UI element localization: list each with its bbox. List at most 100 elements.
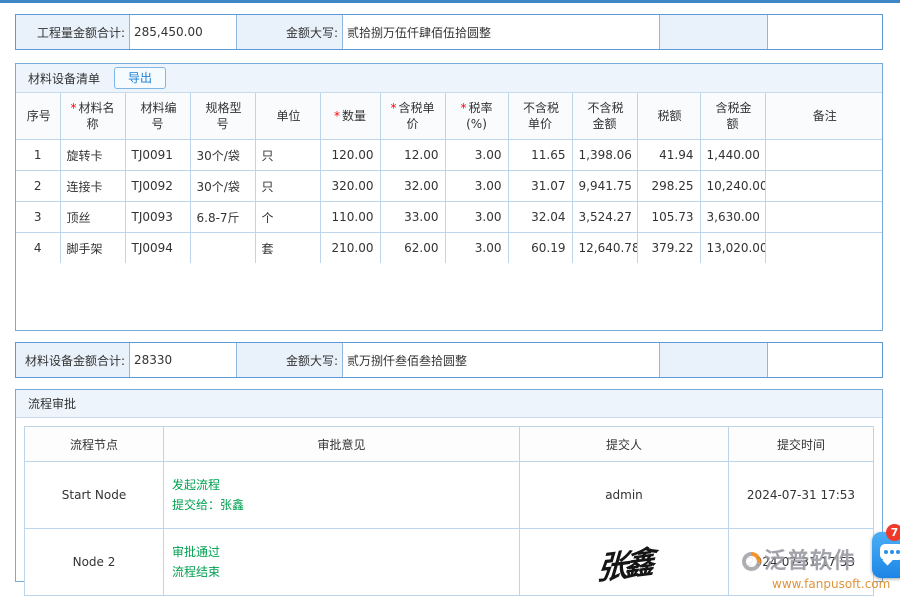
vendor-brand: 泛普软件 [764, 549, 856, 574]
mat-cell: 298.25 [637, 171, 700, 202]
mat-cell [765, 171, 882, 202]
col-material-name: *材料名 称 [60, 93, 125, 140]
mat-cell: 4 [16, 233, 60, 264]
opinion-line: 发起流程 [172, 475, 511, 495]
approval-row: Start Node 发起流程 提交给：张鑫 admin 2024-07-31 … [25, 462, 874, 529]
mat-cell: 10,240.00 [700, 171, 765, 202]
mat-cell: 30个/袋 [190, 171, 255, 202]
mat-cell: TJ0091 [125, 140, 190, 171]
mat-cell [765, 233, 882, 264]
mat-cell: 3,630.00 [700, 202, 765, 233]
mat-cell: 1,398.06 [572, 140, 637, 171]
material-row: 2 连接卡 TJ0092 30个/袋 只 320.00 32.00 3.00 3… [16, 171, 882, 202]
mat-cell: 脚手架 [60, 233, 125, 264]
col-seq: 序号 [16, 93, 60, 140]
material-amount-summary-row: 材料设备金额合计: 28330 金额大写: 贰万捌仟叁佰叁拾圆整 [15, 342, 883, 378]
amount-in-words-label: 金额大写: [237, 343, 343, 377]
mat-cell: 3.00 [445, 171, 508, 202]
project-total-label: 工程量金额合计: [16, 15, 130, 49]
mat-cell: 3.00 [445, 233, 508, 264]
col-spec-model: 规格型 号 [190, 93, 255, 140]
col-tax-incl-amount: 含税金 额 [700, 93, 765, 140]
amount-in-words-label: 金额大写: [237, 15, 343, 49]
export-button[interactable]: 导出 [114, 67, 166, 89]
mat-cell [190, 233, 255, 264]
opinion-line: 流程结束 [172, 562, 511, 582]
col-tax-rate: *税率 (%) [445, 93, 508, 140]
mat-cell: 210.00 [320, 233, 380, 264]
mat-cell: 33.00 [380, 202, 445, 233]
vendor-logo-icon [742, 552, 761, 571]
mat-cell: 3 [16, 202, 60, 233]
amount-in-words-value: 贰万捌仟叁佰叁拾圆整 [343, 343, 660, 377]
mat-cell: 31.07 [508, 171, 572, 202]
mat-cell: 30个/袋 [190, 140, 255, 171]
col-tax-excl-unit-price: 不含税 单价 [508, 93, 572, 140]
top-accent-line [0, 0, 900, 3]
amount-in-words-value: 贰拾捌万伍仟肆佰伍拾圆整 [343, 15, 660, 49]
material-section-title: 材料设备清单 [28, 70, 100, 87]
col-tax-incl-unit-price: *含税单 价 [380, 93, 445, 140]
mat-cell: 12,640.78 [572, 233, 637, 264]
col-tax-excl-amount: 不含税 金额 [572, 93, 637, 140]
col-remark: 备注 [765, 93, 882, 140]
mat-cell: TJ0093 [125, 202, 190, 233]
mat-cell: TJ0092 [125, 171, 190, 202]
material-row: 3 顶丝 TJ0093 6.8-7斤 个 110.00 33.00 3.00 3… [16, 202, 882, 233]
submitter-signature: 张鑫 [596, 536, 652, 588]
mat-cell: 9,941.75 [572, 171, 637, 202]
mat-cell: 3.00 [445, 202, 508, 233]
mat-cell: 2 [16, 171, 60, 202]
chat-badge[interactable]: 7 [886, 524, 900, 541]
submit-time-cell: 2024-07-31 17:53 [729, 462, 874, 529]
empty-label-cell [660, 15, 768, 49]
material-row: 1 旋转卡 TJ0091 30个/袋 只 120.00 12.00 3.00 1… [16, 140, 882, 171]
mat-cell: 套 [255, 233, 320, 264]
mat-cell: 120.00 [320, 140, 380, 171]
mat-cell: 41.94 [637, 140, 700, 171]
mat-cell: 110.00 [320, 202, 380, 233]
chat-bubble-icon [880, 544, 900, 560]
col-unit: 单位 [255, 93, 320, 140]
approval-opinion-cell: 审批通过 流程结束 [164, 529, 520, 596]
mat-cell: TJ0094 [125, 233, 190, 264]
mat-cell: 12.00 [380, 140, 445, 171]
mat-cell: 3.00 [445, 140, 508, 171]
mat-cell: 6.8-7斤 [190, 202, 255, 233]
mat-cell: 1,440.00 [700, 140, 765, 171]
col-submitter: 提交人 [520, 427, 729, 462]
col-submit-time: 提交时间 [729, 427, 874, 462]
material-section-header: 材料设备清单 导出 [16, 64, 882, 93]
mat-cell: 32.04 [508, 202, 572, 233]
material-table: 序号 *材料名 称 材料编 号 规格型 号 单位 *数量 *含税单 价 *税率 … [16, 93, 882, 263]
material-row: 4 脚手架 TJ0094 套 210.00 62.00 3.00 60.19 1… [16, 233, 882, 264]
opinion-line: 提交给：张鑫 [172, 495, 511, 515]
mat-cell: 320.00 [320, 171, 380, 202]
material-total-label: 材料设备金额合计: [16, 343, 130, 377]
mat-cell: 60.19 [508, 233, 572, 264]
mat-cell: 32.00 [380, 171, 445, 202]
mat-cell [765, 202, 882, 233]
mat-cell: 连接卡 [60, 171, 125, 202]
flow-node-cell: Start Node [25, 462, 164, 529]
mat-cell: 只 [255, 140, 320, 171]
mat-cell: 顶丝 [60, 202, 125, 233]
project-total-value: 285,450.00 [130, 15, 237, 49]
empty-value-cell [768, 343, 882, 377]
material-table-header-row: 序号 *材料名 称 材料编 号 规格型 号 单位 *数量 *含税单 价 *税率 … [16, 93, 882, 140]
vendor-url: www.fanpusoft.com [772, 577, 900, 591]
col-tax-amount: 税额 [637, 93, 700, 140]
mat-cell: 只 [255, 171, 320, 202]
col-approval-opinion: 审批意见 [164, 427, 520, 462]
opinion-line: 审批通过 [172, 542, 511, 562]
submitter-cell: 张鑫 [520, 529, 729, 596]
mat-cell: 旋转卡 [60, 140, 125, 171]
col-quantity: *数量 [320, 93, 380, 140]
submitter-cell: admin [520, 462, 729, 529]
mat-cell: 105.73 [637, 202, 700, 233]
mat-cell: 个 [255, 202, 320, 233]
approval-section-title: 流程审批 [28, 395, 76, 412]
material-equipment-section: 材料设备清单 导出 序号 *材料名 称 材料编 号 规格型 号 单位 *数量 *… [15, 63, 883, 331]
empty-value-cell [768, 15, 882, 49]
mat-cell: 379.22 [637, 233, 700, 264]
